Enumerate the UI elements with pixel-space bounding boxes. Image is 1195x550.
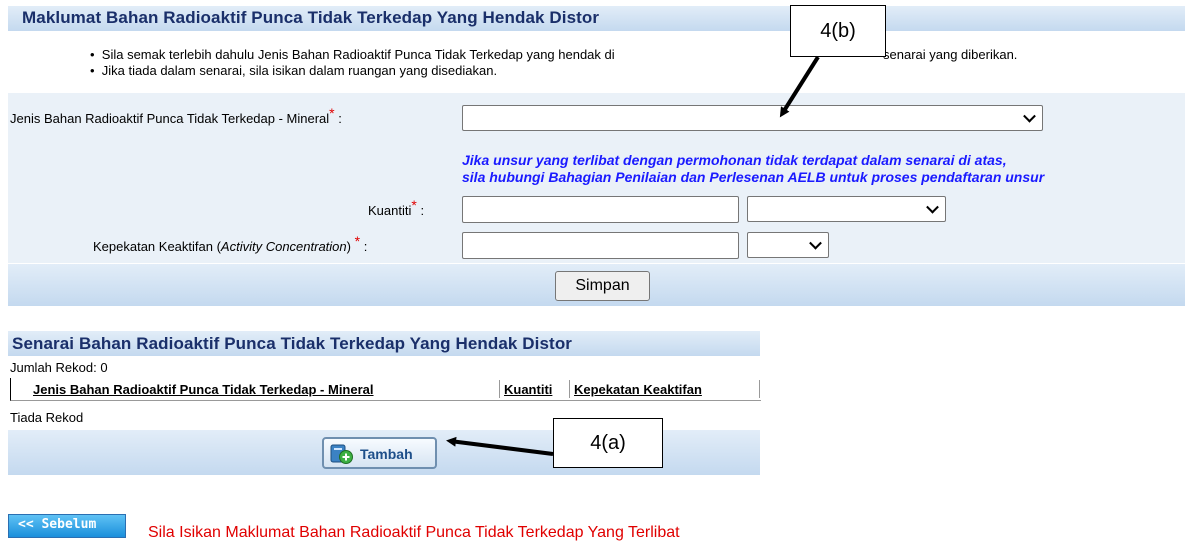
chevron-down-icon [926,200,939,214]
column-kepekatan[interactable]: Kepekatan Keaktifan [574,382,702,397]
list-table-header: Jenis Bahan Radioaktif Punca Tidak Terke… [10,378,761,401]
tambah-label: Tambah [360,446,413,462]
add-document-icon [330,443,354,465]
required-mark: * [354,233,361,249]
kepekatan-label-suffix: ) [346,239,351,254]
kepekatan-label: Kepekatan Keaktifan (Activity Concentrat… [93,233,368,254]
kuantiti-label-text: Kuantiti [368,203,412,218]
sebelum-button[interactable]: << Sebelum [8,514,126,538]
column-divider [569,380,570,398]
form-section-title: Maklumat Bahan Radioaktif Punca Tidak Te… [22,8,600,27]
empty-record-text: Tiada Rekod [10,410,84,425]
sebelum-label: << Sebelum [18,517,97,532]
instruction-1-text: Sila semak terlebih dahulu Jenis Bahan R… [101,47,615,62]
kuantiti-label: Kuantiti* : [368,197,425,218]
chevron-down-icon [1023,109,1036,123]
simpan-button[interactable]: Simpan [555,271,650,301]
kepekatan-unit-select[interactable] [747,232,829,258]
required-mark: * [329,105,335,121]
record-count: Jumlah Rekod: 0 [10,360,108,375]
colon: : [338,111,342,126]
jenis-label-text: Jenis Bahan Radioaktif Punca Tidak Terke… [10,111,330,126]
kuantiti-unit-select[interactable] [747,196,946,222]
instruction-1: • Sila semak terlebih dahulu Jenis Bahan… [90,47,615,62]
jenis-label: Jenis Bahan Radioaktif Punca Tidak Terke… [10,105,342,126]
colon: : [420,203,425,218]
tambah-button[interactable]: Tambah [322,437,437,469]
list-section-title: Senarai Bahan Radioaktif Punca Tidak Ter… [12,334,573,353]
callout-4a: 4(a) [553,418,663,468]
chevron-down-icon [809,236,822,250]
instruction-2-text: Jika tiada dalam senarai, sila isikan da… [101,63,498,78]
colon: : [363,239,368,254]
column-divider [759,380,760,398]
note-line-2: sila hubungi Bahagian Penilaian dan Perl… [462,169,1045,185]
jenis-bahan-select[interactable] [462,105,1043,131]
column-divider [499,380,500,398]
column-kuantiti[interactable]: Kuantiti [504,382,552,397]
kepekatan-label-italic: Activity Concentration [220,239,347,254]
required-mark: * [411,197,417,213]
note-line-1: Jika unsur yang terlibat dengan permohon… [462,152,1007,168]
footer-message: Sila Isikan Maklumat Bahan Radioaktif Pu… [148,524,680,541]
kuantiti-input[interactable] [462,196,739,223]
kepekatan-label-prefix: Kepekatan Keaktifan ( [93,239,221,254]
kepekatan-input[interactable] [462,232,739,259]
instruction-1-end: senarai yang diberikan. [883,47,1018,62]
registration-note: Jika unsur yang terlibat dengan permohon… [462,152,1044,186]
instruction-2: • Jika tiada dalam senarai, sila isikan … [90,63,498,78]
callout-4b: 4(b) [790,5,886,57]
column-jenis[interactable]: Jenis Bahan Radioaktif Punca Tidak Terke… [33,382,374,397]
